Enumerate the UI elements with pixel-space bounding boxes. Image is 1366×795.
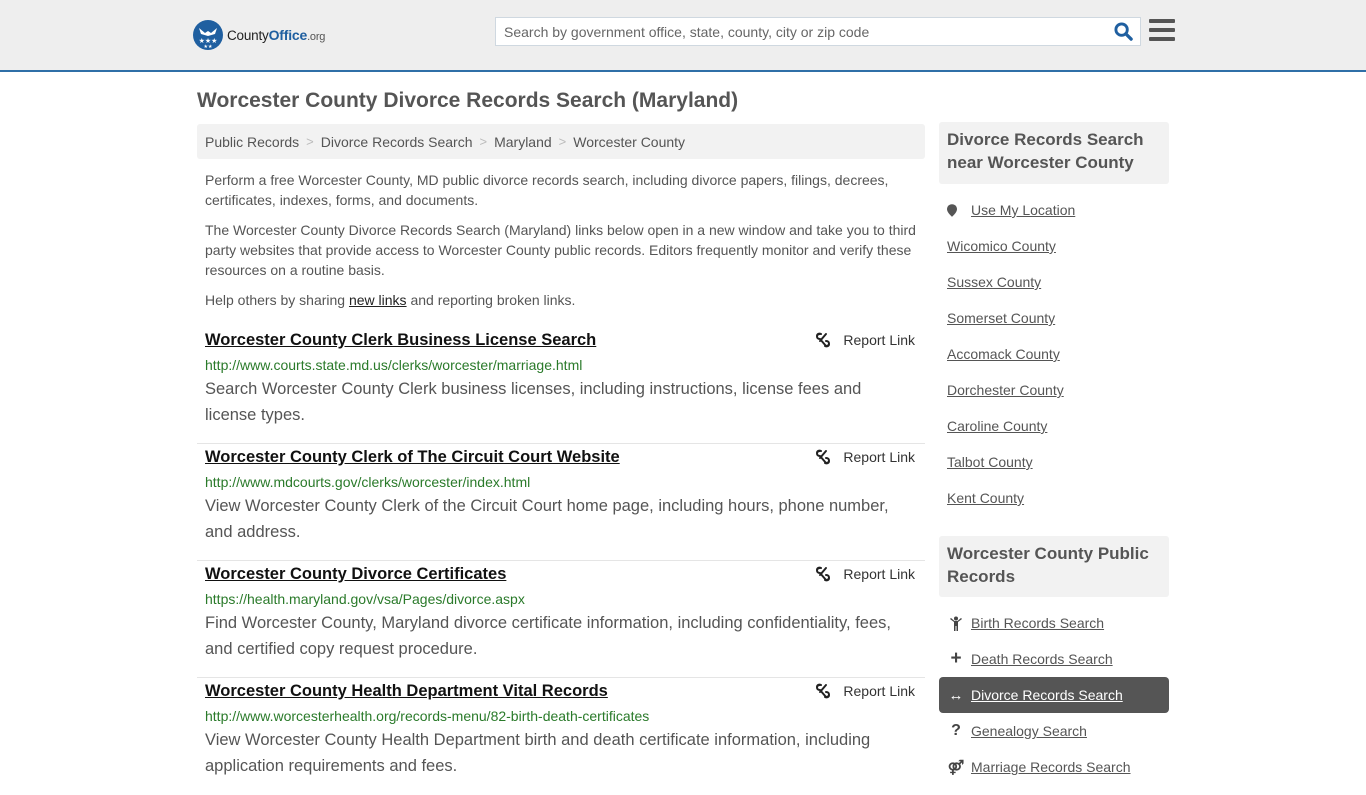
death-records-link[interactable]: Death Records Search bbox=[971, 651, 1113, 667]
report-link-button[interactable]: Report Link bbox=[815, 332, 915, 348]
result-description: Find Worcester County, Maryland divorce … bbox=[205, 614, 891, 658]
search-bar bbox=[495, 17, 1141, 46]
logo-brand-suffix: .org bbox=[307, 31, 326, 43]
result-title-link[interactable]: Worcester County Health Department Vital… bbox=[205, 682, 608, 701]
result-item: Worcester County Clerk of The Circuit Co… bbox=[197, 444, 925, 561]
public-records-heading: Worcester County Public Records bbox=[939, 536, 1169, 597]
intro-text: Help others by sharing bbox=[205, 292, 349, 308]
question-icon: ? bbox=[951, 722, 961, 739]
nearby-county-item: Accomack County bbox=[939, 336, 1169, 372]
site-logo[interactable]: ★★★ ★★ CountyOffice.org bbox=[193, 20, 325, 50]
intro-paragraph-2: The Worcester County Divorce Records Sea… bbox=[205, 222, 916, 278]
menu-bar bbox=[1149, 37, 1175, 41]
breadcrumb-divorce-records-search[interactable]: Divorce Records Search bbox=[321, 134, 473, 150]
nearby-county-link[interactable]: Wicomico County bbox=[947, 238, 1056, 254]
result-description: Search Worcester County Clerk business l… bbox=[205, 380, 862, 424]
report-link-label: Report Link bbox=[843, 683, 915, 699]
result-url[interactable]: http://www.worcesterhealth.org/records-m… bbox=[205, 708, 649, 724]
result-url[interactable]: http://www.mdcourts.gov/clerks/worcester… bbox=[205, 474, 530, 490]
nearby-county-item: Dorchester County bbox=[939, 372, 1169, 408]
breadcrumb-public-records[interactable]: Public Records bbox=[205, 134, 299, 150]
report-link-button[interactable]: Report Link bbox=[815, 683, 915, 699]
nearby-county-link[interactable]: Talbot County bbox=[947, 454, 1033, 470]
sidebar-item-marriage-records[interactable]: ⚤ Marriage Records Search bbox=[939, 749, 1169, 785]
public-records-list: Birth Records Search + Death Records Sea… bbox=[939, 605, 1169, 785]
nearby-county-link[interactable]: Dorchester County bbox=[947, 382, 1064, 398]
intro-paragraph-1: Perform a free Worcester County, MD publ… bbox=[205, 172, 889, 208]
broken-link-icon bbox=[816, 566, 831, 582]
result-description: View Worcester County Clerk of the Circu… bbox=[205, 497, 889, 541]
sidebar-item-genealogy[interactable]: ? Genealogy Search bbox=[939, 713, 1169, 749]
sidebar-item-birth-records[interactable]: Birth Records Search bbox=[939, 605, 1169, 641]
nearby-county-item: Sussex County bbox=[939, 264, 1169, 300]
child-icon bbox=[947, 616, 965, 631]
intro-text: and reporting broken links. bbox=[406, 292, 576, 308]
nearby-county-item: Somerset County bbox=[939, 300, 1169, 336]
birth-records-link[interactable]: Birth Records Search bbox=[971, 615, 1104, 631]
sidebar-item-divorce-records[interactable]: ↔ Divorce Records Search bbox=[939, 677, 1169, 713]
page-title: Worcester County Divorce Records Search … bbox=[197, 89, 739, 112]
nearby-county-item: Talbot County bbox=[939, 444, 1169, 480]
broken-link-icon bbox=[816, 449, 831, 465]
search-button[interactable] bbox=[1106, 18, 1140, 45]
nearby-county-link[interactable]: Sussex County bbox=[947, 274, 1041, 290]
search-icon bbox=[1113, 22, 1133, 41]
nearby-county-link[interactable]: Somerset County bbox=[947, 310, 1055, 326]
broken-link-icon bbox=[816, 683, 831, 699]
report-link-label: Report Link bbox=[843, 449, 915, 465]
result-title-link[interactable]: Worcester County Divorce Certificates bbox=[205, 565, 506, 584]
breadcrumb-separator: > bbox=[306, 134, 314, 149]
use-my-location-link[interactable]: Use My Location bbox=[971, 202, 1075, 218]
arrows-horizontal-icon: ↔ bbox=[948, 686, 964, 704]
top-header: ★★★ ★★ CountyOffice.org bbox=[0, 0, 1366, 72]
nearby-county-item: Wicomico County bbox=[939, 228, 1169, 264]
result-url[interactable]: https://health.maryland.gov/vsa/Pages/di… bbox=[205, 591, 525, 607]
marriage-records-link[interactable]: Marriage Records Search bbox=[971, 759, 1131, 775]
report-link-label: Report Link bbox=[843, 566, 915, 582]
nearby-list: Use My Location Wicomico County Sussex C… bbox=[939, 192, 1169, 516]
nearby-county-item: Kent County bbox=[939, 480, 1169, 516]
result-item: Worcester County Divorce Certificates Re… bbox=[197, 561, 925, 678]
nearby-county-link[interactable]: Caroline County bbox=[947, 418, 1047, 434]
result-item: Worcester County Clerk Business License … bbox=[197, 327, 925, 444]
result-title-link[interactable]: Worcester County Clerk of The Circuit Co… bbox=[205, 448, 620, 467]
venus-mars-icon: ⚤ bbox=[947, 758, 965, 775]
nearby-county-item: Caroline County bbox=[939, 408, 1169, 444]
genealogy-link[interactable]: Genealogy Search bbox=[971, 723, 1087, 739]
breadcrumb-separator: > bbox=[479, 134, 488, 149]
use-my-location-item: Use My Location bbox=[939, 192, 1169, 228]
nearby-heading: Divorce Records Search near Worcester Co… bbox=[939, 122, 1169, 184]
logo-brand-prefix: County bbox=[227, 28, 269, 43]
intro-paragraph-3: Help others by sharing new links and rep… bbox=[205, 290, 920, 310]
report-link-button[interactable]: Report Link bbox=[815, 566, 915, 582]
breadcrumb-worcester-county[interactable]: Worcester County bbox=[573, 134, 685, 150]
divorce-records-link[interactable]: Divorce Records Search bbox=[971, 687, 1123, 703]
result-item: Worcester County Health Department Vital… bbox=[197, 678, 925, 795]
menu-bar bbox=[1149, 19, 1175, 23]
logo-text: CountyOffice.org bbox=[227, 27, 325, 43]
result-title-link[interactable]: Worcester County Clerk Business License … bbox=[205, 331, 596, 350]
report-link-button[interactable]: Report Link bbox=[815, 449, 915, 465]
menu-bar bbox=[1149, 28, 1175, 32]
new-links-link[interactable]: new links bbox=[349, 292, 407, 308]
report-link-label: Report Link bbox=[843, 332, 915, 348]
breadcrumb: Public Records > Divorce Records Search … bbox=[197, 124, 925, 159]
logo-brand-main: Office bbox=[268, 27, 308, 43]
results-list: Worcester County Clerk Business License … bbox=[197, 327, 925, 795]
map-marker-icon bbox=[947, 203, 957, 218]
breadcrumb-separator: > bbox=[558, 134, 567, 149]
nearby-county-link[interactable]: Accomack County bbox=[947, 346, 1060, 362]
hamburger-menu-icon[interactable] bbox=[1149, 19, 1175, 41]
sidebar-item-death-records[interactable]: + Death Records Search bbox=[939, 641, 1169, 677]
nearby-county-link[interactable]: Kent County bbox=[947, 490, 1024, 506]
result-description: View Worcester County Health Department … bbox=[205, 731, 871, 775]
result-url[interactable]: http://www.courts.state.md.us/clerks/wor… bbox=[205, 357, 582, 373]
plus-icon: + bbox=[950, 648, 962, 669]
broken-link-icon bbox=[816, 332, 831, 348]
breadcrumb-maryland[interactable]: Maryland bbox=[494, 134, 552, 150]
svg-text:★★: ★★ bbox=[204, 44, 213, 50]
eagle-stars-logo-icon: ★★★ ★★ bbox=[193, 20, 223, 50]
search-input[interactable] bbox=[496, 18, 1106, 45]
